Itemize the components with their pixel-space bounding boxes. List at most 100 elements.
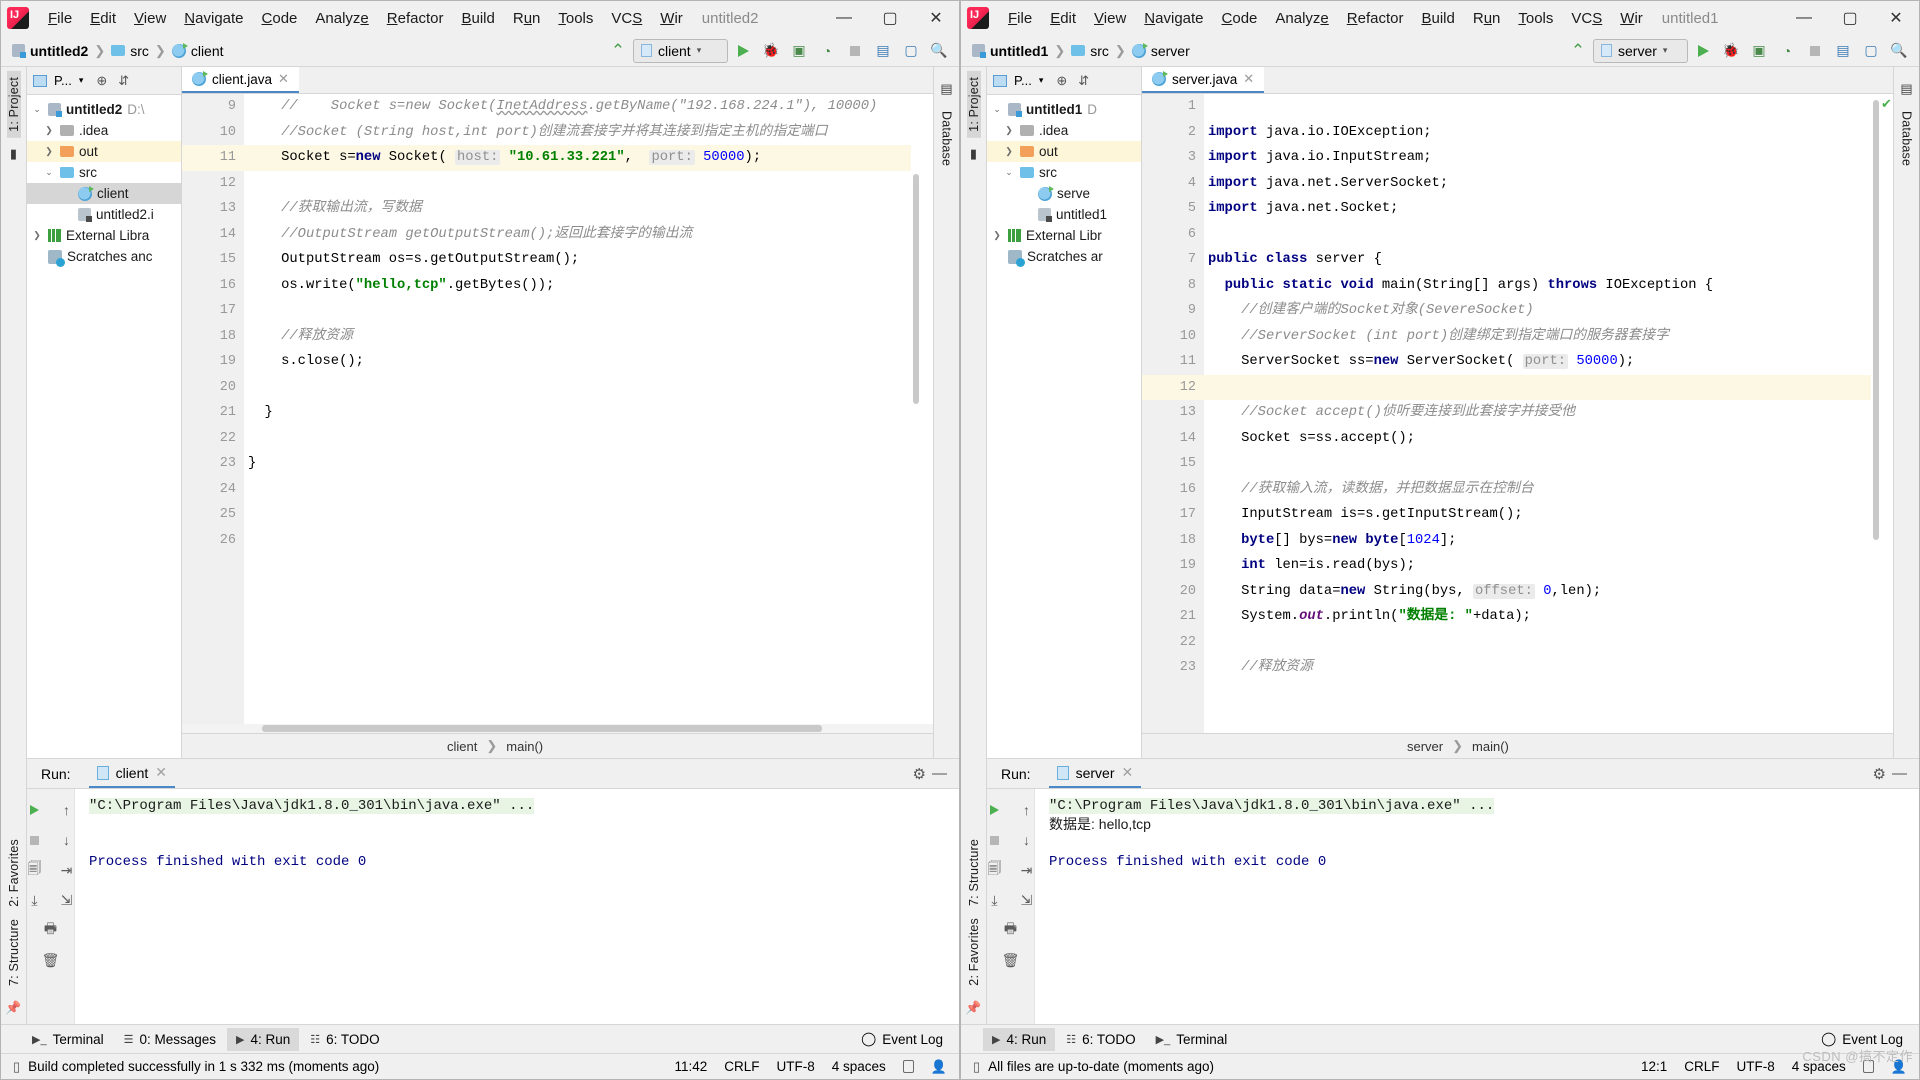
sidebar-item-project[interactable]: 1: Project: [966, 71, 981, 138]
code-line[interactable]: //获取输出流，写数据: [244, 196, 921, 222]
code-line[interactable]: [1204, 630, 1881, 656]
chevron-down-icon[interactable]: ▾: [1039, 75, 1044, 86]
scroll-to-end-icon[interactable]: ⤓: [24, 885, 46, 915]
code-line[interactable]: //释放资源: [1204, 655, 1881, 681]
expand-arrow-icon[interactable]: ⌄: [991, 104, 1003, 115]
tree-item[interactable]: ❯ External Libr: [987, 225, 1141, 246]
breadcrumb-class-label[interactable]: server: [1407, 739, 1443, 754]
menu-build[interactable]: Build: [452, 7, 503, 30]
code-line[interactable]: [244, 477, 921, 503]
maximize-button[interactable]: ▢: [1827, 2, 1873, 34]
code-line[interactable]: Socket s=new Socket( host: "10.61.33.221…: [244, 145, 921, 171]
breadcrumb-method-label[interactable]: main(): [1472, 739, 1509, 754]
code-line[interactable]: s.close();: [244, 349, 921, 375]
sidebar-item-structure[interactable]: 7: Structure: [7, 913, 21, 992]
run-with-coverage-button[interactable]: ▣: [1746, 39, 1772, 63]
expand-arrow-icon[interactable]: ❯: [31, 230, 43, 241]
editor-gutter-right[interactable]: 1 2− 3 4 5− 6 78−9−10−1112 13 14 15 16 17 18 19 20 21 22…: [1142, 94, 1220, 733]
profile-button[interactable]: ◔: [814, 39, 840, 63]
code-area-left[interactable]: // Socket s=new Socket(InetAddress.getBy…: [244, 94, 921, 724]
run-with-coverage-button[interactable]: ▣: [786, 39, 812, 63]
tree-item[interactable]: ❯ .idea: [987, 120, 1141, 141]
tree-item[interactable]: Scratches anc: [27, 246, 181, 267]
sidebar-item-favorites[interactable]: 2: Favorites: [7, 833, 21, 913]
line-separator[interactable]: CRLF: [1684, 1059, 1719, 1074]
menu-vcs[interactable]: VCS: [1562, 7, 1611, 30]
expand-arrow-icon[interactable]: ❯: [43, 125, 55, 136]
expand-arrow-icon[interactable]: ⌄: [31, 104, 43, 115]
menu-vcs[interactable]: VCS: [602, 7, 651, 30]
event-log-button[interactable]: ◯ Event Log: [1821, 1031, 1919, 1047]
code-line[interactable]: }: [244, 451, 921, 477]
code-line[interactable]: byte[] bys=new byte[1024];: [1204, 528, 1881, 554]
sidebar-item-project[interactable]: 1: Project: [6, 71, 21, 138]
run-configuration-selector[interactable]: server ▾: [1593, 38, 1688, 63]
tool-window-run[interactable]: ▶ 4: Run: [983, 1027, 1056, 1051]
menu-run[interactable]: Run: [504, 7, 550, 30]
code-line[interactable]: //获取输入流，读数据，并把数据显示在控制台: [1204, 477, 1881, 503]
print-icon[interactable]: 🖶: [1000, 915, 1022, 945]
breadcrumb-class-label[interactable]: client: [447, 739, 477, 754]
breadcrumb-class[interactable]: client: [169, 41, 227, 61]
lock-icon[interactable]: [1862, 1060, 1874, 1073]
database-rail-icon[interactable]: ▤: [938, 80, 956, 98]
console-output-left[interactable]: "C:\Program Files\Java\jdk1.8.0_301\bin\…: [75, 789, 959, 1024]
scroll-to-end-icon[interactable]: ⤓: [984, 885, 1006, 915]
expand-arrow-icon[interactable]: ❯: [991, 230, 1003, 241]
code-line[interactable]: }: [244, 400, 921, 426]
project-view-label[interactable]: P...: [1014, 73, 1032, 88]
breadcrumb-project[interactable]: untitled1: [969, 41, 1051, 61]
code-line[interactable]: os.write("hello,tcp".getBytes());: [244, 273, 921, 299]
tree-item[interactable]: serve: [987, 183, 1141, 204]
code-line[interactable]: System.out.println("数据是: "+data);: [1204, 604, 1881, 630]
breadcrumb-class[interactable]: server: [1129, 41, 1193, 61]
lock-icon[interactable]: [902, 1060, 914, 1073]
debug-button[interactable]: 🐞: [1718, 39, 1744, 63]
caret-position[interactable]: 11:42: [674, 1059, 707, 1074]
code-line[interactable]: public static void main(String[] args) t…: [1204, 273, 1881, 299]
project-structure-button[interactable]: ▤: [1830, 39, 1856, 63]
editor-tab-client[interactable]: client.java ✕: [182, 67, 299, 93]
code-line[interactable]: String data=new String(bys, offset: 0,le…: [1204, 579, 1881, 605]
close-icon[interactable]: ✕: [278, 71, 289, 87]
project-view-label[interactable]: P...: [54, 73, 72, 88]
code-line[interactable]: [244, 502, 921, 528]
menu-code[interactable]: Code: [253, 7, 307, 30]
tree-item[interactable]: ❯ .idea: [27, 120, 181, 141]
sidebar-item-structure[interactable]: 7: Structure: [967, 833, 981, 912]
tree-item[interactable]: ❯ out: [27, 141, 181, 162]
tree-item[interactable]: ⌄ untitled2 D:\: [27, 99, 181, 120]
line-separator[interactable]: CRLF: [724, 1059, 759, 1074]
collapse-all-icon[interactable]: ⇵: [118, 73, 129, 89]
expand-arrow-icon[interactable]: ❯: [1003, 146, 1015, 157]
code-line[interactable]: // Socket s=new Socket(InetAddress.getBy…: [244, 94, 921, 120]
expand-arrow-icon[interactable]: ⌄: [1003, 167, 1015, 178]
expand-arrow-icon[interactable]: ⌄: [43, 167, 55, 178]
code-line[interactable]: int len=is.read(bys);: [1204, 553, 1881, 579]
print-preview-icon[interactable]: 🗐: [24, 855, 46, 885]
structure-rail-icon[interactable]: ▮: [5, 145, 23, 163]
close-icon[interactable]: ✕: [155, 764, 167, 781]
build-hammer-icon[interactable]: ⌃: [605, 39, 631, 63]
menu-edit[interactable]: Edit: [81, 7, 125, 30]
minimize-icon[interactable]: —: [932, 765, 947, 783]
code-line[interactable]: import java.net.ServerSocket;: [1204, 171, 1881, 197]
close-button[interactable]: ✕: [913, 2, 959, 34]
code-line[interactable]: //创建客户端的Socket对象(SevereSocket): [1204, 298, 1881, 324]
search-everywhere-icon[interactable]: 🔍: [926, 39, 952, 63]
menu-tools[interactable]: Tools: [549, 7, 602, 30]
select-in-button[interactable]: ▢: [898, 39, 924, 63]
pin-icon[interactable]: 📌: [965, 999, 983, 1017]
code-line[interactable]: import java.net.Socket;: [1204, 196, 1881, 222]
indent-setting[interactable]: 4 spaces: [832, 1059, 886, 1074]
menu-analyze[interactable]: Analyze: [306, 7, 377, 30]
menu-view[interactable]: View: [125, 7, 175, 30]
code-line[interactable]: [244, 375, 921, 401]
inspection-widget-icon[interactable]: 👤: [1891, 1059, 1907, 1075]
error-stripe-left[interactable]: [921, 94, 933, 724]
chevron-down-icon[interactable]: ▾: [79, 75, 84, 86]
minimize-icon[interactable]: —: [1892, 765, 1907, 783]
expand-arrow-icon[interactable]: ❯: [43, 146, 55, 157]
pin-icon[interactable]: 📌: [5, 999, 23, 1017]
code-line[interactable]: [1204, 222, 1881, 248]
